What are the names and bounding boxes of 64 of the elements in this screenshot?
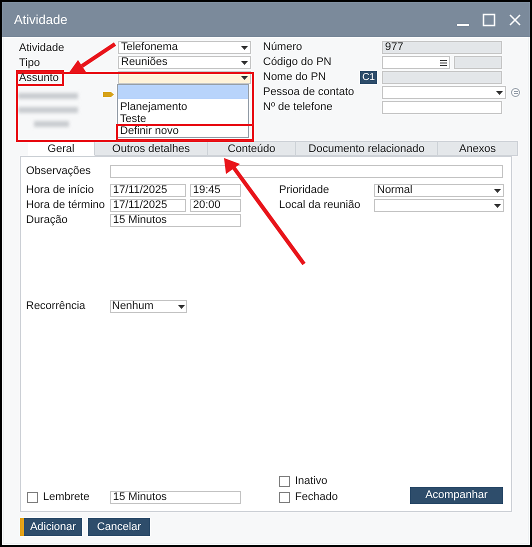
date-field[interactable]: 17/11/2025 (110, 184, 186, 197)
tab[interactable]: Geral (28, 141, 95, 156)
follow-up-button[interactable]: Acompanhar (410, 487, 503, 504)
redacted-text (18, 107, 78, 113)
button[interactable]: Cancelar (88, 518, 150, 536)
field-label: Hora de término (26, 198, 106, 214)
redacted-text (34, 121, 69, 127)
caret-icon (494, 188, 501, 192)
caret-icon (241, 60, 248, 64)
checkbox-label: Inativo (295, 474, 328, 490)
date-field[interactable]: 17/11/2025 (110, 199, 186, 212)
field-label: Duração (26, 213, 69, 228)
text-field[interactable] (382, 101, 502, 114)
link-arrow-icon[interactable] (103, 91, 115, 98)
duration-field[interactable]: 15 Minutos (110, 214, 241, 227)
recurrence-dropdown[interactable]: Nenhum (110, 300, 187, 313)
observations-field[interactable] (110, 165, 503, 178)
reminder-field[interactable]: 15 Minutos (110, 490, 241, 504)
dropdown-field[interactable]: Telefonema (118, 41, 251, 54)
field-label: Prioridade (279, 183, 330, 198)
field-label: Número (263, 40, 304, 56)
tab[interactable]: Anexos (438, 141, 518, 156)
readonly-field (454, 56, 502, 69)
field-label: Pessoa de contato (263, 85, 356, 100)
time-field[interactable]: 20:00 (190, 199, 241, 212)
caret-icon (241, 76, 248, 80)
tab[interactable]: Conteúdo (208, 141, 296, 156)
caret-icon (494, 204, 501, 208)
checkbox-label: Fechado (295, 490, 338, 505)
field-label: Nome do PN (263, 70, 327, 86)
info-icon[interactable] (511, 88, 520, 97)
field-label: Recorrência (26, 299, 86, 314)
dropdown-field[interactable] (382, 86, 506, 99)
caret-icon (496, 90, 503, 94)
field-label: Código do PN (263, 55, 332, 70)
checkbox-label: Lembrete (43, 490, 90, 505)
maximize-button[interactable] (482, 12, 496, 26)
button[interactable]: Adicionar (20, 518, 82, 536)
field-label: Observações (26, 164, 92, 180)
caret-icon (241, 46, 248, 50)
field-label: Nº de telefone (263, 100, 334, 116)
tab[interactable]: Documento relacionado (296, 141, 438, 156)
checkbox[interactable] (279, 492, 290, 502)
checkbox[interactable] (27, 492, 38, 502)
close-button[interactable] (508, 12, 522, 26)
caret-icon (178, 304, 185, 308)
tab[interactable]: Outros detalhes (95, 141, 208, 156)
list-icon[interactable] (440, 60, 447, 66)
readonly-field: 977 (382, 41, 502, 54)
field-label: Hora de início (26, 183, 95, 198)
arrow (68, 42, 116, 75)
field-label: Assunto (19, 72, 59, 84)
window-title: Atividade (14, 10, 68, 29)
dropdown-field[interactable]: Normal (374, 184, 504, 197)
field-label: Atividade (19, 42, 64, 54)
dropdown-field[interactable]: Reuniões (118, 56, 251, 69)
checkbox[interactable] (279, 476, 290, 487)
badge: C1 (360, 71, 377, 84)
field-label: Local da reunião (279, 198, 362, 214)
lookup-field[interactable] (382, 56, 450, 69)
field-label: Tipo (19, 56, 40, 68)
redacted-text (18, 93, 78, 99)
dropdown-field[interactable] (374, 199, 504, 212)
time-field[interactable]: 19:45 (190, 184, 241, 197)
